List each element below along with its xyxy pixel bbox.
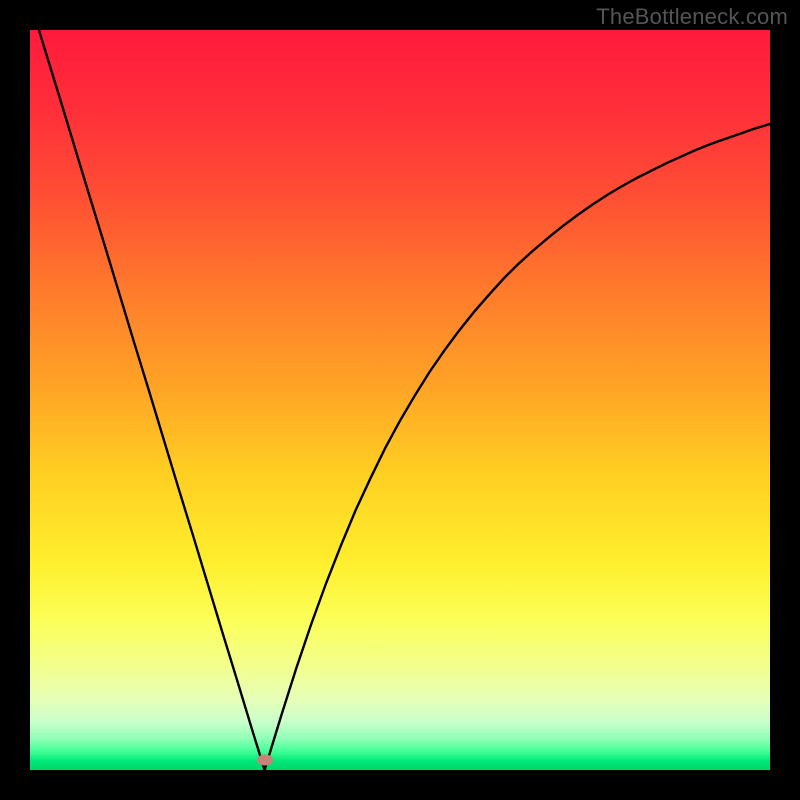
plot-area <box>30 30 770 770</box>
curve-layer <box>30 30 770 770</box>
min-marker <box>257 754 273 765</box>
watermark-text: TheBottleneck.com <box>596 4 788 30</box>
bottleneck-curve <box>30 30 770 770</box>
chart-stage: TheBottleneck.com <box>0 0 800 800</box>
